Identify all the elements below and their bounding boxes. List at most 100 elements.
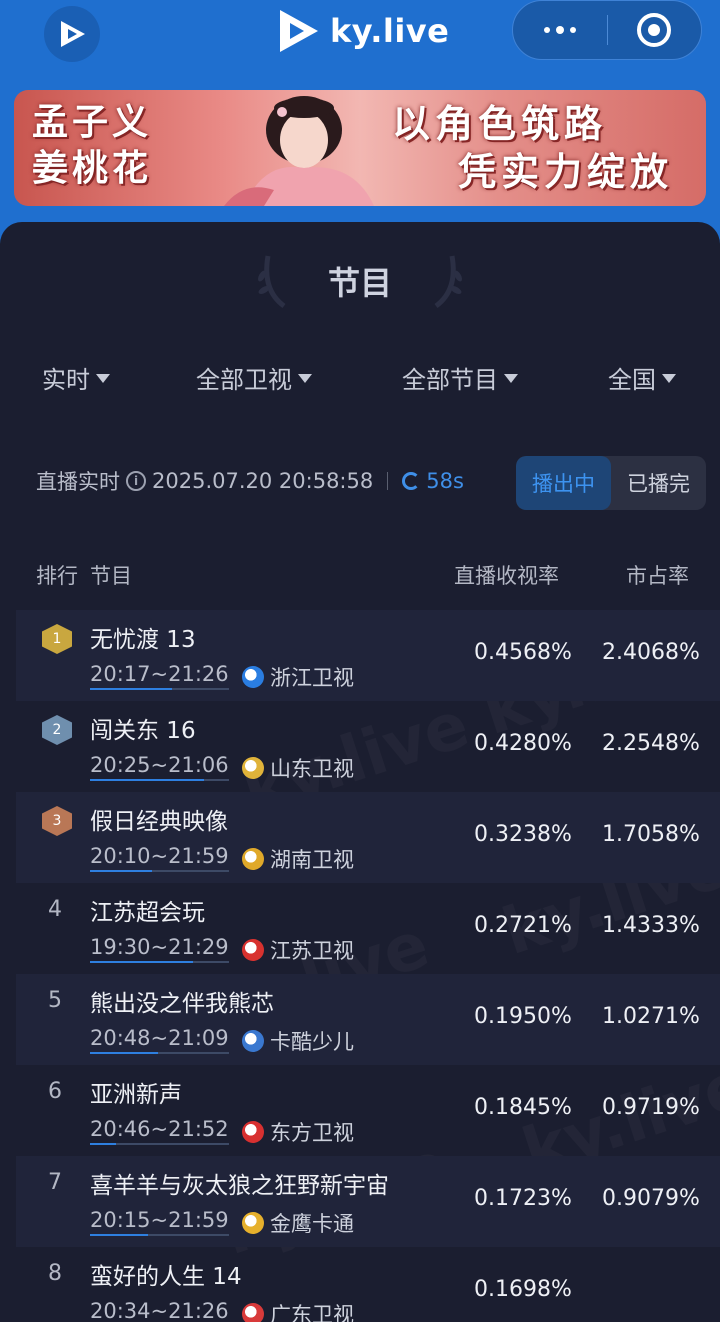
program-time: 20:17~21:26 <box>90 662 229 690</box>
more-button[interactable] <box>513 1 607 59</box>
program-name: 喜羊羊与灰太狼之狂野新宇宙 <box>90 1173 389 1199</box>
channel-name: 江苏卫视 <box>270 939 354 963</box>
table-row[interactable]: 7 喜羊羊与灰太狼之狂野新宇宙 20:15~21:59 金鹰卡通 0.1723%… <box>16 1156 720 1247</box>
live-rating: 0.2721% <box>474 913 572 938</box>
market-share: 2.2548% <box>602 731 700 756</box>
table-row[interactable]: 4 江苏超会玩 19:30~21:29 江苏卫视 0.2721% 1.4333% <box>16 883 720 974</box>
tab-airing[interactable]: 播出中 <box>516 456 611 510</box>
live-label: 直播实时 <box>36 470 120 494</box>
channel: 浙江卫视 <box>242 662 354 692</box>
program-time-text: 19:30~21:29 <box>90 935 229 959</box>
program-time-text: 20:17~21:26 <box>90 662 229 686</box>
more-dots-icon <box>543 25 576 34</box>
top-bar: ky.live <box>0 0 720 84</box>
refresh-button[interactable]: 58s <box>402 469 464 493</box>
rank-number: 6 <box>48 1079 62 1104</box>
program-time-text: 20:25~21:06 <box>90 753 229 777</box>
broadcast-status-toggle: 播出中 已播完 <box>516 456 706 510</box>
program-time: 20:15~21:59 <box>90 1208 229 1236</box>
header-rating: 直播收视率 <box>454 564 559 588</box>
miniapp-capsule <box>512 0 702 60</box>
program-time-text: 20:15~21:59 <box>90 1208 229 1232</box>
channel-logo-icon <box>242 939 264 961</box>
market-share: 0.9079% <box>602 1186 700 1211</box>
channel-name: 浙江卫视 <box>270 666 354 690</box>
rank-number: 5 <box>48 988 62 1013</box>
filter-region[interactable]: 全国 <box>608 360 676 395</box>
market-share: 1.4333% <box>602 913 700 938</box>
play-logo-icon <box>61 21 85 47</box>
program-time: 20:10~21:59 <box>90 844 229 872</box>
channel-name: 金鹰卡通 <box>270 1212 354 1236</box>
rank-medal-icon: 2 <box>42 715 72 745</box>
program-time-text: 20:10~21:59 <box>90 844 229 868</box>
close-button[interactable] <box>608 1 702 59</box>
info-icon[interactable]: i <box>126 471 146 491</box>
program-name: 蛮好的人生 14 <box>90 1264 242 1290</box>
banner-right-line2: 凭实力绽放 <box>458 150 674 194</box>
market-share: 1.7058% <box>602 822 700 847</box>
channel: 广东卫视 <box>242 1299 354 1322</box>
market-share: 1.0271% <box>602 1004 700 1029</box>
program-time: 19:30~21:29 <box>90 935 229 963</box>
channel: 金鹰卡通 <box>242 1208 354 1238</box>
filter-program-label: 全部节目 <box>402 366 498 394</box>
refresh-icon <box>402 472 421 490</box>
market-share: 0.9719% <box>602 1095 700 1120</box>
table-header: 排行 节目 直播收视率 市占率 <box>0 560 720 590</box>
table-row[interactable]: 8 蛮好的人生 14 20:34~21:26 广东卫视 0.1698% <box>16 1247 720 1322</box>
live-rating: 0.4280% <box>474 731 572 756</box>
header-rank: 排行 <box>36 564 78 588</box>
filter-channel[interactable]: 全部卫视 <box>196 360 312 395</box>
tab-finished[interactable]: 已播完 <box>611 456 706 510</box>
program-name: 无忧渡 13 <box>90 627 196 653</box>
banner-right-line1: 以角色筑路 <box>392 102 608 146</box>
program-time-text: 20:34~21:26 <box>90 1299 229 1322</box>
channel: 山东卫视 <box>242 753 354 783</box>
program-time: 20:25~21:06 <box>90 753 229 781</box>
header-program: 节目 <box>90 564 132 588</box>
table-row[interactable]: 6 亚洲新声 20:46~21:52 东方卫视 0.1845% 0.9719% <box>16 1065 720 1156</box>
panel-title: 节目 <box>327 264 392 302</box>
airing-progress-bar <box>90 961 193 963</box>
table-row[interactable]: 3 假日经典映像 20:10~21:59 湖南卫视 0.3238% 1.7058… <box>16 792 720 883</box>
airing-progress-bar <box>90 1052 158 1054</box>
channel: 江苏卫视 <box>242 935 354 965</box>
program-name: 江苏超会玩 <box>90 900 205 926</box>
promo-banner[interactable]: 孟子义 姜桃花 以角色筑路 凭实力绽放 <box>14 90 706 206</box>
table-row[interactable]: 1 无忧渡 13 20:17~21:26 浙江卫视 0.4568% 2.4068… <box>16 610 720 701</box>
ky-logo-icon <box>280 10 318 52</box>
caret-down-icon <box>662 374 676 383</box>
airing-progress-bar <box>90 1143 117 1145</box>
table-row[interactable]: 2 闯关东 16 20:25~21:06 山东卫视 0.4280% 2.2548… <box>16 701 720 792</box>
program-name: 亚洲新声 <box>90 1082 182 1108</box>
rank-number: 8 <box>48 1261 62 1286</box>
app-logo-button[interactable] <box>44 6 100 62</box>
program-time: 20:46~21:52 <box>90 1117 229 1145</box>
live-timestamp: 2025.07.20 20:58:58 <box>152 469 374 493</box>
filter-bar: 实时 全部卫视 全部节目 全国 <box>0 360 720 400</box>
rank-number: 4 <box>48 897 62 922</box>
channel-logo-icon <box>242 1121 264 1143</box>
live-rating: 0.3238% <box>474 822 572 847</box>
channel: 卡酷少儿 <box>242 1026 354 1056</box>
filter-program[interactable]: 全部节目 <box>402 360 518 395</box>
channel-logo-icon <box>242 848 264 870</box>
filter-region-label: 全国 <box>608 366 656 394</box>
live-rating: 0.1698% <box>474 1277 572 1302</box>
channel-name: 卡酷少儿 <box>270 1030 354 1054</box>
refresh-countdown: 58s <box>426 469 464 493</box>
filter-channel-label: 全部卫视 <box>196 366 292 394</box>
banner-left-text: 孟子义 姜桃花 <box>32 100 152 192</box>
table-row[interactable]: 5 熊出没之伴我熊芯 20:48~21:09 卡酷少儿 0.1950% 1.02… <box>16 974 720 1065</box>
caret-down-icon <box>504 374 518 383</box>
program-name: 假日经典映像 <box>90 809 228 835</box>
channel: 湖南卫视 <box>242 844 354 874</box>
live-rating: 0.1845% <box>474 1095 572 1120</box>
banner-right-text: 以角色筑路 凭实力绽放 <box>392 100 673 196</box>
program-time: 20:34~21:26 <box>90 1299 229 1322</box>
filter-time[interactable]: 实时 <box>42 360 110 395</box>
rank-medal-icon: 1 <box>42 624 72 654</box>
banner-left-line2: 姜桃花 <box>32 148 153 189</box>
live-rating: 0.1950% <box>474 1004 572 1029</box>
